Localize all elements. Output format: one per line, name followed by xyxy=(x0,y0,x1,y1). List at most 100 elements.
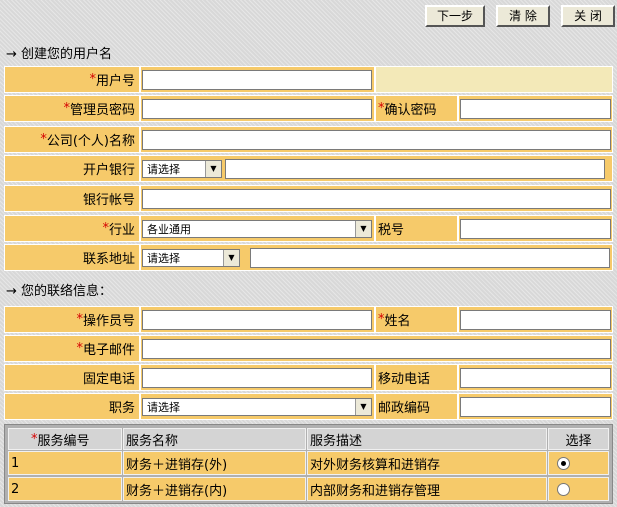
confirm-password-input[interactable] xyxy=(460,98,611,119)
phone-input[interactable] xyxy=(142,367,372,388)
position-cell: 请选择 ▼ xyxy=(140,393,375,420)
phone-cell xyxy=(140,364,375,391)
table-cell: 1 xyxy=(11,455,20,471)
address-label: 联系地址 xyxy=(4,244,140,271)
section-account-heading: → 创建您的用户名 xyxy=(6,43,112,62)
email-label-text: 电子邮件 xyxy=(82,343,135,358)
bank-account-label-text: 银行帐号 xyxy=(82,193,135,208)
chevron-down-icon[interactable]: ▼ xyxy=(223,249,239,266)
close-button[interactable]: 关 闭 xyxy=(561,5,615,27)
service-name-header: 服务名称 xyxy=(123,428,306,450)
company-name-cell xyxy=(140,126,613,153)
bank-label: 开户银行 xyxy=(4,155,140,182)
industry-select-value: 各业通用 xyxy=(147,222,191,236)
admin-password-label: * 管理员密码 xyxy=(4,95,140,122)
phone-label-text: 固定电话 xyxy=(82,372,135,387)
email-cell xyxy=(140,335,613,362)
table-row-2-desc: 内部财务和进销存管理 xyxy=(307,477,547,501)
position-select-value: 请选择 xyxy=(147,400,180,414)
address-select[interactable]: 请选择 ▼ xyxy=(142,248,240,267)
service-id-header: * 服务编号 xyxy=(8,428,122,450)
username-label: * 用户号 xyxy=(4,66,140,93)
operator-no-label-text: 操作员号 xyxy=(82,314,135,329)
username-filler xyxy=(375,66,613,93)
operator-no-input[interactable] xyxy=(142,309,372,330)
operator-no-label: * 操作员号 xyxy=(4,306,140,333)
tax-no-label-text: 税号 xyxy=(378,223,405,238)
section-contact-title: 您的联络信息： xyxy=(21,284,113,299)
company-name-label: * 公司(个人)名称 xyxy=(4,126,140,153)
confirm-password-cell xyxy=(458,95,613,122)
email-label: * 电子邮件 xyxy=(4,335,140,362)
clear-button[interactable]: 清 除 xyxy=(496,5,550,27)
service-desc-header-text: 服务描述 xyxy=(310,433,363,449)
table-cell: 对外财务核算和进销存 xyxy=(310,457,441,473)
table-row-1-id: 1 xyxy=(8,451,122,475)
bank-cell: 请选择 ▼ xyxy=(140,155,613,182)
confirm-password-label-text: 确认密码 xyxy=(384,103,437,118)
postcode-cell xyxy=(458,393,613,420)
service-id-header-text: 服务编号 xyxy=(37,433,90,449)
service-desc-header: 服务描述 xyxy=(307,428,547,450)
service-radio-2[interactable] xyxy=(557,482,570,496)
bank-select-value: 请选择 xyxy=(147,162,180,176)
chevron-down-icon[interactable]: ▼ xyxy=(355,220,371,237)
position-label: 职务 xyxy=(4,393,140,420)
email-input[interactable] xyxy=(142,338,611,359)
tax-no-label: 税号 xyxy=(375,215,458,242)
admin-password-input[interactable] xyxy=(142,98,372,119)
table-row-1-desc: 对外财务核算和进销存 xyxy=(307,451,547,475)
postcode-input[interactable] xyxy=(460,396,611,417)
service-select-header: 选择 xyxy=(548,428,609,450)
industry-select[interactable]: 各业通用 ▼ xyxy=(142,219,372,238)
next-button[interactable]: 下一步 xyxy=(425,5,485,27)
chevron-down-icon[interactable]: ▼ xyxy=(205,160,221,177)
service-radio-1[interactable] xyxy=(557,456,570,470)
industry-cell: 各业通用 ▼ xyxy=(140,215,375,242)
position-select[interactable]: 请选择 ▼ xyxy=(142,397,372,416)
confirm-password-label: * 确认密码 xyxy=(375,95,458,122)
phone-label: 固定电话 xyxy=(4,364,140,391)
table-row-2-name: 财务＋进销存(内) xyxy=(123,477,306,501)
username-input[interactable] xyxy=(142,69,372,90)
postcode-label: 邮政编码 xyxy=(375,393,458,420)
bank-account-cell xyxy=(140,185,613,212)
table-cell: 财务＋进销存(内) xyxy=(126,483,228,499)
company-name-input[interactable] xyxy=(142,129,611,150)
bank-name-input[interactable] xyxy=(225,158,605,179)
name-label: * 姓名 xyxy=(375,306,458,333)
name-label-text: 姓名 xyxy=(384,314,411,329)
table-cell: 内部财务和进销存管理 xyxy=(310,483,441,499)
table-row-1-name: 财务＋进销存(外) xyxy=(123,451,306,475)
admin-password-cell xyxy=(140,95,375,122)
bank-select[interactable]: 请选择 ▼ xyxy=(142,159,222,178)
industry-label: * 行业 xyxy=(4,215,140,242)
chevron-down-icon[interactable]: ▼ xyxy=(355,398,371,415)
bank-account-input[interactable] xyxy=(142,188,611,209)
username-label-text: 用户号 xyxy=(95,74,135,89)
position-label-text: 职务 xyxy=(108,401,135,416)
company-name-label-text: 公司(个人)名称 xyxy=(46,134,135,149)
service-name-header-text: 服务名称 xyxy=(126,433,179,449)
mobile-cell xyxy=(458,364,613,391)
name-cell xyxy=(458,306,613,333)
username-cell xyxy=(140,66,375,93)
address-select-value: 请选择 xyxy=(147,251,180,265)
tax-no-input[interactable] xyxy=(460,218,611,239)
name-input[interactable] xyxy=(460,309,611,330)
operator-no-cell xyxy=(140,306,375,333)
mobile-input[interactable] xyxy=(460,367,611,388)
table-cell: 2 xyxy=(11,481,20,497)
radio-selected-dot xyxy=(561,460,566,466)
bank-account-label: 银行帐号 xyxy=(4,185,140,212)
admin-password-label-text: 管理员密码 xyxy=(69,103,135,118)
section-account-title: 创建您的用户名 xyxy=(21,47,113,62)
postcode-label-text: 邮政编码 xyxy=(378,401,431,416)
address-input[interactable] xyxy=(250,247,610,268)
section-contact-heading: → 您的联络信息： xyxy=(6,280,112,299)
arrow-right-icon: → xyxy=(6,284,17,299)
table-cell: 财务＋进销存(外) xyxy=(126,457,228,473)
tax-no-cell xyxy=(458,215,613,242)
service-select-header-text: 选择 xyxy=(565,433,592,449)
arrow-right-icon: → xyxy=(6,47,17,62)
